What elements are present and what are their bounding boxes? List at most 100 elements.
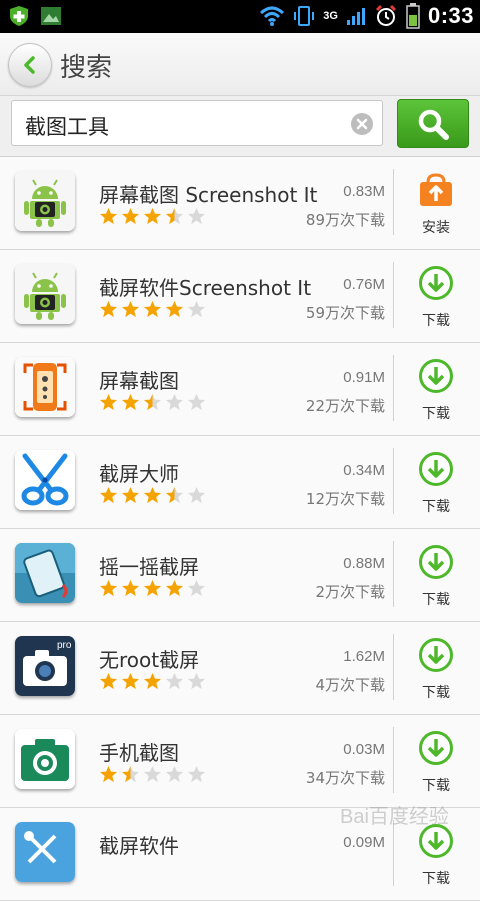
rating-star — [121, 207, 140, 226]
action-label: 下载 — [422, 778, 450, 794]
rating-star — [187, 765, 206, 784]
rating-star — [165, 579, 184, 598]
svg-text:pro: pro — [57, 640, 72, 651]
rating-star — [165, 393, 184, 412]
list-item[interactable]: 截屏软件Screenshot It 0.76M 59万次下载下载 — [0, 250, 480, 343]
rating-star — [121, 486, 140, 505]
rating-stars — [99, 672, 206, 691]
add-notification-icon — [10, 6, 28, 26]
clear-search-button[interactable] — [351, 113, 373, 135]
download-icon — [418, 544, 454, 580]
rating-star — [187, 207, 206, 226]
search-bar: 截图工具 — [0, 96, 480, 157]
download-icon — [418, 637, 454, 673]
rating-star — [187, 486, 206, 505]
page-title: 搜索 — [60, 53, 113, 83]
action-label: 下载 — [422, 871, 450, 887]
rating-stars — [99, 300, 206, 319]
install-icon — [418, 172, 454, 208]
rating-star — [143, 300, 162, 319]
app-size: 0.88M — [343, 555, 385, 572]
action-label: 下载 — [422, 313, 450, 329]
list-item[interactable]: 截屏大师 0.34M 12万次下载下载 — [0, 436, 480, 529]
divider — [393, 634, 394, 700]
download-count: 89万次下载 — [305, 211, 385, 229]
rating-star — [121, 765, 140, 784]
divider — [393, 541, 394, 607]
close-icon — [356, 118, 368, 130]
divider — [393, 169, 394, 235]
rating-star — [121, 672, 140, 691]
rating-stars — [99, 207, 206, 226]
network-type: 3G — [323, 10, 338, 22]
app-name: 摇一摇截屏 — [99, 555, 199, 579]
list-item[interactable]: 手机截图 0.03M 34万次下载 下载 — [0, 715, 480, 808]
app-size: 0.83M — [343, 183, 385, 200]
app-size: 0.76M — [343, 276, 385, 293]
rating-star — [165, 672, 184, 691]
download-count: 59万次下载 — [305, 304, 385, 322]
app-name: 截屏软件Screenshot It — [99, 276, 312, 300]
rating-star — [165, 765, 184, 784]
watermark: Bai百度经验 — [340, 806, 449, 828]
alarm-icon — [375, 4, 397, 26]
search-icon — [418, 109, 449, 140]
blue-scissors-icon — [15, 822, 75, 882]
rating-stars — [99, 486, 206, 505]
rating-star — [187, 579, 206, 598]
download-button[interactable]: 下载 — [398, 632, 474, 704]
action-label: 下载 — [422, 499, 450, 515]
rating-star — [99, 393, 118, 412]
install-button[interactable]: 安装 — [398, 167, 474, 239]
search-input-value: 截图工具 — [25, 115, 109, 139]
phone-screenshot-icon — [15, 357, 75, 417]
app-name: 截屏软件 — [99, 834, 179, 858]
chevron-left-icon — [24, 56, 35, 74]
app-size: 0.34M — [343, 462, 385, 479]
app-name: 截屏大师 — [99, 462, 179, 486]
rating-star — [99, 579, 118, 598]
rating-stars — [99, 765, 206, 784]
download-count: 22万次下载 — [305, 397, 385, 415]
rating-star — [99, 486, 118, 505]
pro-camera-icon: pro — [15, 636, 75, 696]
app-size: 0.03M — [343, 741, 385, 758]
download-button[interactable]: 下载 — [398, 446, 474, 518]
download-count: 12万次下载 — [305, 490, 385, 508]
list-item[interactable]: 屏幕截图 0.91M 22万次下载 下载 — [0, 343, 480, 436]
rating-star — [143, 765, 162, 784]
rating-star — [187, 300, 206, 319]
download-button[interactable]: 下载 — [398, 725, 474, 797]
divider — [393, 448, 394, 514]
rating-star — [99, 207, 118, 226]
download-button[interactable]: 下载 — [398, 353, 474, 425]
search-button[interactable] — [397, 99, 469, 148]
rating-star — [143, 486, 162, 505]
list-item[interactable]: pro 无root截屏 1.62M 4万次下载 下载 — [0, 622, 480, 715]
search-input[interactable]: 截图工具 — [11, 100, 383, 146]
android-camera-icon — [15, 171, 75, 231]
download-icon — [418, 730, 454, 766]
list-item[interactable]: 屏幕截图 Screenshot It 0.83M 89万次下载 安装 — [0, 157, 480, 250]
back-button[interactable] — [8, 43, 52, 87]
clock: 0:33 — [427, 3, 474, 28]
rating-star — [187, 672, 206, 691]
download-icon — [418, 358, 454, 394]
app-header: 搜索 — [0, 33, 480, 96]
action-label: 安装 — [422, 220, 450, 236]
status-bar: 3G 0:33 — [0, 0, 480, 33]
download-button[interactable]: 下载 — [398, 539, 474, 611]
download-button[interactable]: 下载 — [398, 260, 474, 332]
app-list: 屏幕截图 Screenshot It 0.83M 89万次下载 安装 截屏软件Scree… — [0, 157, 480, 901]
rating-star — [99, 300, 118, 319]
rating-star — [121, 393, 140, 412]
rating-star — [165, 300, 184, 319]
scissors-icon — [15, 450, 75, 510]
wifi-icon — [260, 6, 285, 26]
app-size: 0.91M — [343, 369, 385, 386]
rating-star — [143, 207, 162, 226]
rating-star — [165, 207, 184, 226]
app-name: 手机截图 — [99, 741, 179, 765]
shake-phone-icon — [15, 543, 75, 603]
list-item[interactable]: 摇一摇截屏 0.88M 2万次下载 下载 — [0, 529, 480, 622]
